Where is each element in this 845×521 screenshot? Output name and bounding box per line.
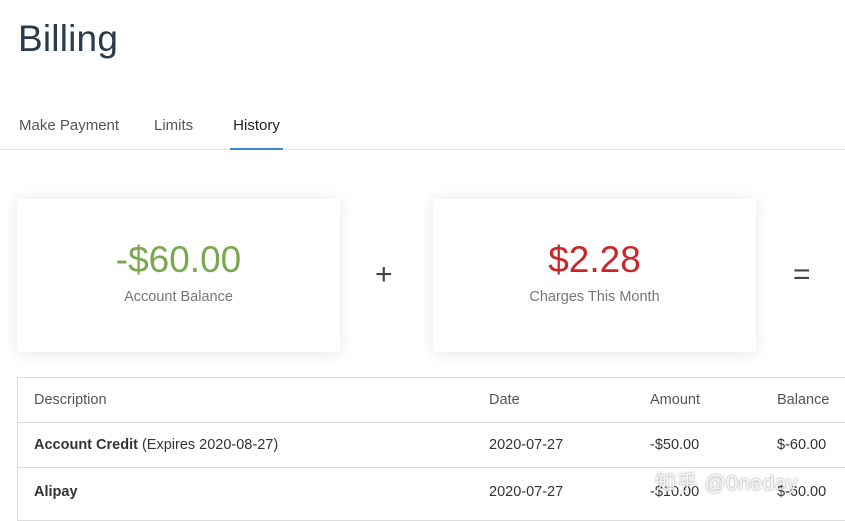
plus-operator: + — [375, 258, 393, 291]
header-balance: Balance — [777, 392, 830, 408]
tab-make-payment[interactable]: Make Payment — [19, 117, 119, 150]
row-title: Alipay — [34, 484, 78, 500]
row-title: Account Credit — [34, 437, 138, 453]
charges-card: $2.28 Charges This Month — [433, 199, 756, 352]
row-date: 2020-07-27 — [489, 437, 564, 453]
account-balance-label: Account Balance — [124, 289, 233, 305]
account-balance-value: -$60.00 — [115, 239, 242, 280]
watermark: 知乎 @0neday — [655, 472, 799, 495]
equals-operator: = — [793, 258, 811, 291]
table-header-row: Description Date Amount Balance — [18, 378, 845, 423]
tab-limits[interactable]: Limits — [154, 117, 193, 150]
header-description: Description — [34, 392, 107, 408]
header-date: Date — [489, 392, 520, 408]
page-title: Billing — [18, 18, 119, 59]
billing-history-table: Description Date Amount Balance Account … — [17, 377, 845, 521]
tab-history[interactable]: History — [230, 117, 283, 150]
header-amount: Amount — [650, 392, 700, 408]
row-description: Account Credit (Expires 2020-08-27) — [34, 437, 278, 453]
row-balance: $-60.00 — [777, 437, 827, 453]
row-note: (Expires 2020-08-27) — [137, 437, 279, 453]
account-balance-card: -$60.00 Account Balance — [17, 199, 340, 352]
row-description: Alipay — [34, 484, 78, 500]
table-row: Account Credit (Expires 2020-08-27) 2020… — [18, 423, 845, 468]
charges-value: $2.28 — [548, 239, 641, 280]
row-date: 2020-07-27 — [489, 484, 564, 500]
charges-label: Charges This Month — [529, 289, 660, 305]
billing-tabs: Make Payment Limits History — [0, 105, 845, 150]
row-amount: -$50.00 — [650, 437, 700, 453]
